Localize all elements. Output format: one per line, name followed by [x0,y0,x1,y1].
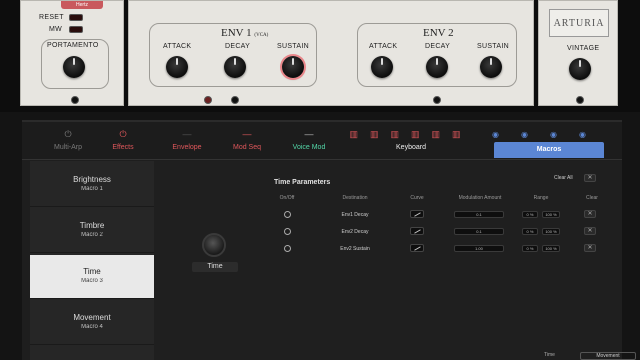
portamento-knob[interactable] [63,56,85,78]
row2-power-toggle[interactable] [284,228,291,235]
line-icon: — [242,129,252,139]
clear-all-button[interactable]: Clear All [554,175,573,181]
reset-label: RESET [39,14,64,21]
envelope-module: ENV 1 (VCA) ATTACK DECAY SUSTAIN ENV 2 A… [128,0,534,106]
vintage-label: VINTAGE [567,45,600,52]
macro-item-time[interactable]: Time Macro 3 [30,255,154,299]
env2-attack-label: ATTACK [369,43,398,50]
portamento-jack[interactable] [71,96,79,104]
line-icon: — [182,129,192,139]
macro-knob-label: Time [192,262,238,272]
macro-knob[interactable] [202,233,226,257]
row2-curve-button[interactable] [410,227,424,235]
env2-jack[interactable] [433,96,441,104]
footer-time[interactable]: Time [544,352,555,358]
portamento-label: PORTAMENTO [47,42,99,49]
synth-panel: Hertz RESET MW PORTAMENTO ENV 1 (VCA) AT… [0,0,640,112]
pitch-display[interactable]: Hertz [61,1,103,9]
row3-clear-button[interactable]: ✕ [584,244,596,252]
power-icon: ⏻ [119,129,127,139]
params-title: Time Parameters [274,179,331,186]
row3-amount[interactable]: 1.00 [454,245,504,252]
tab-keyboard[interactable]: ▥▥▥▥▥▥ Keyboard [336,122,486,160]
tab-effects[interactable]: ⏻ Effects [98,122,148,160]
macro-editor-panel: Time Time Parameters Clear All ✕ On/Off … [154,161,622,360]
env1-decay-knob[interactable] [224,56,246,78]
row2-amount[interactable]: 0.1 [454,228,504,235]
tab-envelope[interactable]: — Envelope [162,122,212,160]
env1-attack-knob[interactable] [166,56,188,78]
col-destination: Destination [342,195,368,201]
env1-sustain-label: SUSTAIN [277,43,309,50]
row3-range-max[interactable]: 100 % [542,245,560,252]
row2-range-min[interactable]: 0 % [522,228,538,235]
row1-range-min[interactable]: 0 % [522,211,538,218]
clear-all-icon[interactable]: ✕ [584,174,596,182]
line-icon: — [304,129,314,139]
env1-attack-label: ATTACK [163,43,192,50]
env1-jack-a[interactable] [204,96,212,104]
row1-curve-button[interactable] [410,210,424,218]
env1-title: ENV 1 (VCA) [221,27,269,39]
macro-icons: ◉◉◉◉ [492,130,608,139]
tab-macros[interactable]: Macros [494,142,604,158]
keyboard-icon: ▥▥▥▥▥▥ [349,129,473,139]
row1-clear-button[interactable]: ✕ [584,210,596,218]
footer-movement[interactable]: Movement [580,352,636,360]
vintage-knob[interactable] [569,58,591,80]
env2-decay-knob[interactable] [426,56,448,78]
row2-clear-button[interactable]: ✕ [584,227,596,235]
env1-sustain-knob[interactable] [282,56,304,78]
row2-destination[interactable]: Env2 Decay [330,229,380,235]
env2-sustain-label: SUSTAIN [477,43,509,50]
macro-item-movement[interactable]: Movement Macro 4 [30,301,154,345]
macro-item-brightness[interactable]: Brightness Macro 1 [30,163,154,207]
col-onoff: On/Off [279,195,295,201]
env2-decay-label: DECAY [425,43,451,50]
col-amount: Modulation Amount [458,195,502,201]
power-icon: ⏻ [64,129,72,139]
mw-led[interactable] [69,26,83,33]
row3-destination[interactable]: Env2 Sustain [330,246,380,252]
row1-destination[interactable]: Env1 Decay [330,212,380,218]
editor-tabs: ⏻ Multi-Arp ⏻ Effects — Envelope — Mod S… [22,122,622,160]
row1-power-toggle[interactable] [284,211,291,218]
env2-sustain-knob[interactable] [480,56,502,78]
env1-jack-b[interactable] [231,96,239,104]
row3-range-min[interactable]: 0 % [522,245,538,252]
col-curve: Curve [410,195,424,201]
mw-label: MW [49,26,63,33]
left-module: Hertz RESET MW PORTAMENTO [20,0,124,106]
row2-range-max[interactable]: 100 % [542,228,560,235]
row1-range-max[interactable]: 100 % [542,211,560,218]
env1-decay-label: DECAY [225,43,251,50]
col-range: Range [533,195,549,201]
reset-led[interactable] [69,14,83,21]
tab-mod-seq[interactable]: — Mod Seq [222,122,272,160]
row3-power-toggle[interactable] [284,245,291,252]
advanced-editor: ⏻ Multi-Arp ⏻ Effects — Envelope — Mod S… [22,120,622,360]
vintage-jack[interactable] [576,96,584,104]
row3-curve-button[interactable] [410,244,424,252]
arturia-logo: ARTURIA [549,9,609,37]
brand-module: ARTURIA VINTAGE [538,0,618,106]
tab-multi-arp[interactable]: ⏻ Multi-Arp [40,122,96,160]
row1-amount[interactable]: 0.1 [454,211,504,218]
env2-attack-knob[interactable] [371,56,393,78]
col-clear: Clear [586,195,598,201]
tab-voice-mod[interactable]: — Voice Mod [284,122,334,160]
macro-list: Brightness Macro 1 Timbre Macro 2 Time M… [30,161,154,360]
env2-title: ENV 2 [423,27,454,39]
macro-item-timbre[interactable]: Timbre Macro 2 [30,209,154,253]
app-window: Hertz RESET MW PORTAMENTO ENV 1 (VCA) AT… [0,0,640,360]
